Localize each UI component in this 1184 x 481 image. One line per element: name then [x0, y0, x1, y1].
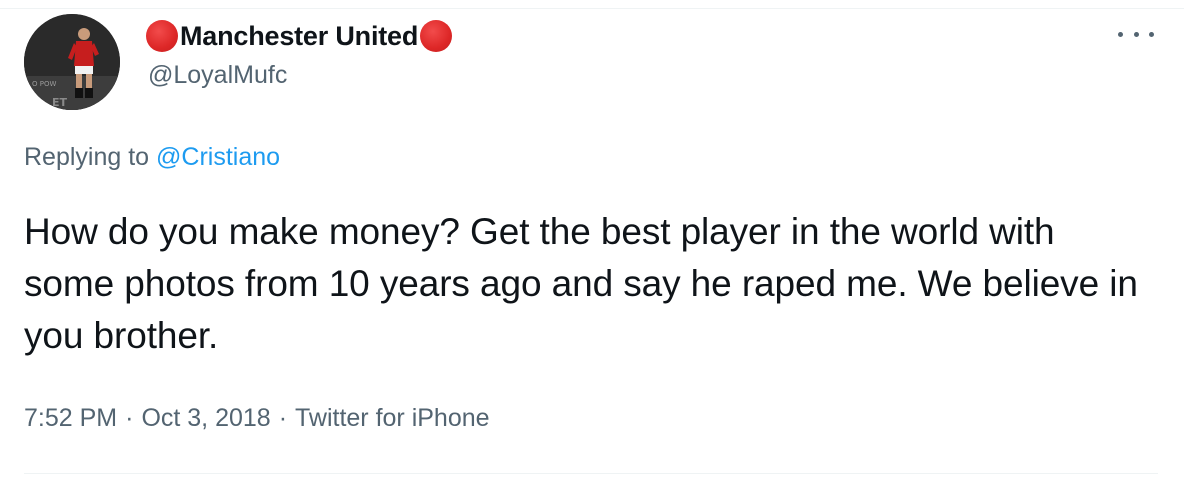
meta-separator: ·	[125, 404, 134, 432]
display-name[interactable]: Manchester United	[180, 21, 418, 52]
meta-separator: ·	[278, 404, 288, 432]
replying-to-line: Replying to @Cristiano	[24, 143, 280, 172]
tweet-source[interactable]: Twitter for iPhone	[295, 404, 490, 432]
svg-text:O POW: O POW	[32, 80, 56, 88]
tweet-text: How do you make money? Get the best play…	[24, 211, 1138, 356]
tweet-time[interactable]: 7:52 PM	[24, 404, 117, 432]
svg-text:ET: ET	[52, 96, 68, 109]
user-handle[interactable]: @LoyalMufc	[148, 61, 452, 90]
tweet-date[interactable]: Oct 3, 2018	[141, 404, 270, 432]
tweet-card: O POW ET Manchester United @LoyalMufc Re…	[0, 0, 1184, 481]
top-divider	[0, 8, 1184, 9]
tweet-metadata: 7:52 PM · Oct 3, 2018 · Twitter for iPhone	[24, 404, 490, 433]
red-circle-icon	[420, 20, 453, 52]
avatar[interactable]: O POW ET	[24, 14, 120, 110]
player-avatar-icon: O POW ET	[24, 14, 120, 110]
replying-to-label: Replying to	[24, 143, 150, 171]
red-circle-icon	[146, 20, 178, 52]
more-options-icon	[1118, 31, 1123, 37]
author-block: Manchester United @LoyalMufc	[146, 18, 453, 90]
bottom-divider	[24, 473, 1158, 474]
mention-link[interactable]: @Cristiano	[156, 143, 280, 171]
more-options-icon	[1133, 31, 1139, 37]
display-name-row[interactable]: Manchester United	[146, 18, 453, 54]
more-options-button[interactable]	[1118, 26, 1154, 42]
more-options-icon	[1149, 31, 1154, 37]
